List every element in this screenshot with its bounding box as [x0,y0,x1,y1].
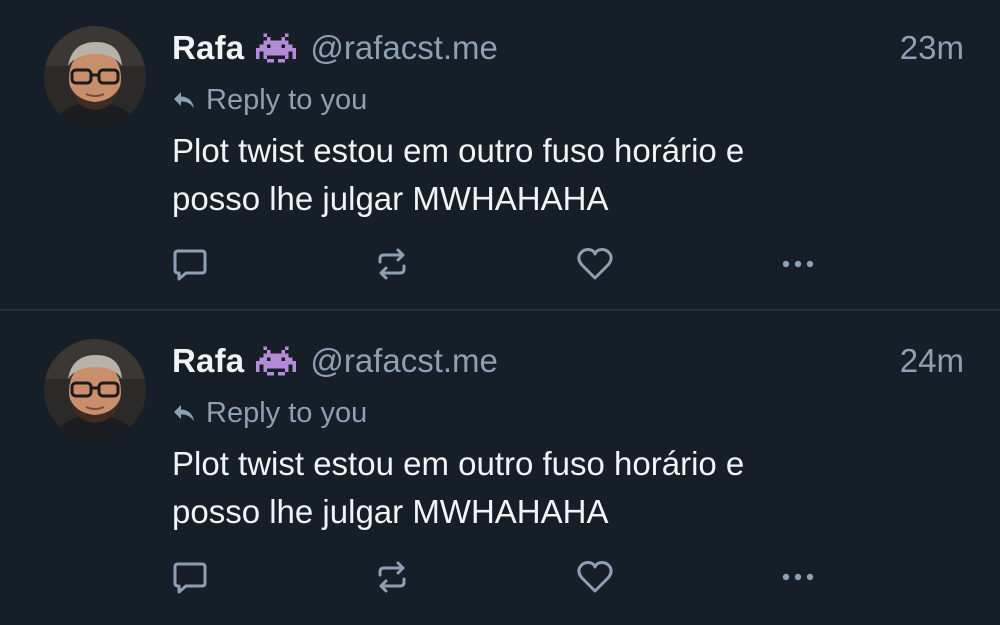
reply-indicator[interactable]: Reply to you [172,393,367,433]
more-options-icon [782,573,814,581]
alien-monster-icon [256,343,297,379]
avatar-photo [44,339,146,441]
post-actions [172,244,832,284]
post-timestamp[interactable]: 24m [900,339,964,383]
post-actions [172,557,832,597]
more-options-button[interactable] [778,244,818,284]
avatar-photo [44,26,146,128]
post-timestamp[interactable]: 23m [900,26,964,70]
comment-button[interactable] [170,244,210,284]
reply-label: Reply to you [206,83,368,116]
author-handle[interactable]: @rafacst.me [310,342,498,380]
author-display-name[interactable]: Rafa [172,29,244,67]
reply-arrow-icon [174,92,194,108]
like-heart-icon [577,248,613,280]
post-feed: Rafa @rafacst.me 23m Reply to you Plot t… [0,0,1000,625]
reply-indicator[interactable]: Reply to you [172,80,367,120]
like-heart-icon [577,561,613,593]
comment-icon [173,249,207,281]
alien-monster-icon [256,30,297,66]
author-handle[interactable]: @rafacst.me [310,29,498,67]
repost-icon [378,248,406,280]
post-text: Plot twist estou em outro fuso horário e… [172,445,745,530]
repost-button[interactable] [372,244,412,284]
reply-label: Reply to you [206,396,368,429]
post-text: Plot twist estou em outro fuso horário e… [172,132,745,217]
post-item[interactable]: Rafa @rafacst.me 24m Reply to you Plot t… [0,313,1000,624]
like-button[interactable] [575,557,615,597]
avatar[interactable] [44,339,146,441]
post-item[interactable]: Rafa @rafacst.me 23m Reply to you Plot t… [0,0,1000,311]
more-options-icon [782,260,814,268]
post-header: Rafa @rafacst.me 24m [172,339,964,383]
more-options-button[interactable] [778,557,818,597]
comment-icon [173,562,207,594]
avatar[interactable] [44,26,146,128]
comment-button[interactable] [170,557,210,597]
repost-icon [378,561,406,593]
reply-arrow-icon [174,405,194,421]
repost-button[interactable] [372,557,412,597]
author-display-name[interactable]: Rafa [172,342,244,380]
post-header: Rafa @rafacst.me 23m [172,26,964,70]
like-button[interactable] [575,244,615,284]
